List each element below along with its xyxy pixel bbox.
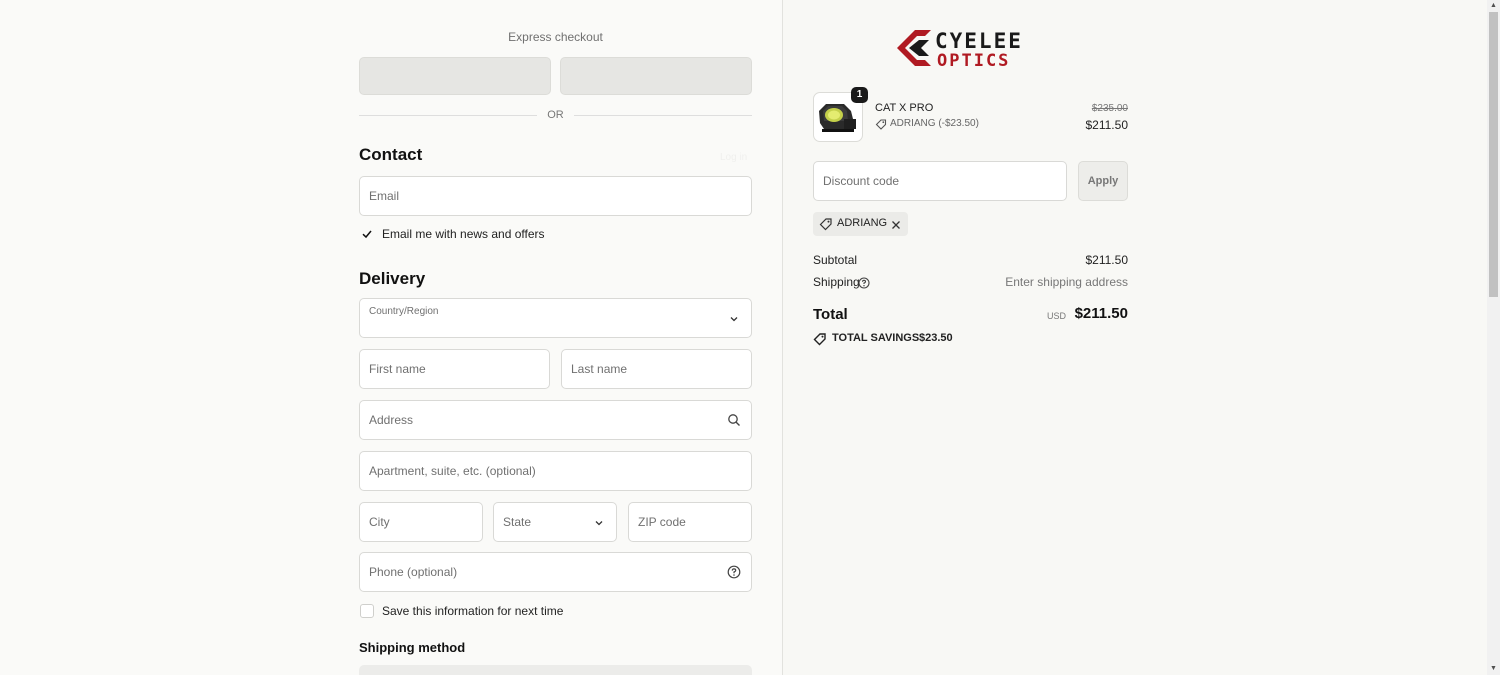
or-line-right: [574, 115, 752, 116]
brand-logo[interactable]: CYELEE OPTICS: [895, 26, 1047, 71]
first-name-placeholder: First name: [369, 362, 426, 376]
discount-placeholder: Discount code: [823, 174, 900, 188]
help-icon[interactable]: [727, 565, 741, 579]
logo-line2: OPTICS: [937, 51, 1010, 70]
apartment-field[interactable]: Apartment, suite, etc. (optional): [359, 451, 752, 491]
express-checkout-title: Express checkout: [508, 30, 603, 44]
product-discount-label: ADRIANG (-$23.50): [890, 118, 979, 129]
shipping-value: Enter shipping address: [1005, 275, 1128, 289]
save-info-label: Save this information for next time: [382, 604, 564, 618]
first-name-field[interactable]: First name: [359, 349, 550, 389]
delivery-heading: Delivery: [359, 269, 426, 288]
quantity-badge: 1: [851, 87, 868, 103]
scrollbar-thumb[interactable]: [1489, 12, 1498, 297]
product-name: CAT X PRO: [875, 102, 934, 114]
shipping-method-heading: Shipping method: [359, 640, 466, 655]
applied-discount-chip: ADRIANG: [813, 212, 908, 236]
last-name-placeholder: Last name: [571, 362, 628, 376]
total-row: Total USD $211.50: [813, 305, 1128, 325]
total-label: Total: [813, 306, 848, 323]
city-field[interactable]: City: [359, 502, 483, 542]
original-price: $235.00: [1091, 103, 1128, 114]
address-field[interactable]: Address: [359, 400, 752, 440]
currency-code: USD: [1046, 311, 1066, 321]
item-price: $211.50: [1085, 118, 1129, 132]
login-link[interactable]: Log in: [720, 152, 747, 163]
total-value: $211.50: [1074, 305, 1128, 322]
discount-code-input[interactable]: Discount code: [813, 161, 1067, 201]
country-select[interactable]: Country/Region: [359, 298, 752, 338]
scroll-up-icon[interactable]: ▲: [1490, 2, 1497, 10]
email-field[interactable]: Email: [359, 176, 752, 216]
help-icon[interactable]: [858, 276, 870, 294]
zip-placeholder: ZIP code: [638, 515, 686, 529]
shipping-row: Shipping Enter shipping address: [813, 275, 1128, 291]
subtotal-value: $211.50: [1085, 253, 1129, 267]
scroll-down-icon[interactable]: ▼: [1490, 665, 1497, 673]
subtotal-row: Subtotal $211.50: [813, 253, 1128, 269]
phone-field[interactable]: Phone (optional): [359, 552, 752, 592]
last-name-field[interactable]: Last name: [561, 349, 752, 389]
search-icon: [727, 413, 741, 427]
shipping-method-box: [359, 665, 752, 675]
news-checkbox[interactable]: [360, 227, 374, 241]
tag-icon: [819, 218, 832, 231]
address-placeholder: Address: [369, 413, 414, 427]
savings-value: $23.50: [919, 332, 953, 344]
logo-line1: CYELEE: [935, 29, 1023, 53]
tag-icon: [813, 333, 826, 346]
phone-placeholder: Phone (optional): [369, 565, 458, 579]
country-label: Country/Region: [369, 306, 439, 317]
email-placeholder: Email: [369, 189, 400, 203]
chevron-down-icon: [727, 312, 741, 326]
news-label: Email me with news and offers: [382, 227, 545, 241]
tag-icon: [875, 119, 887, 130]
save-info-checkbox[interactable]: [360, 604, 374, 618]
checkout-form-panel: Express checkout OR Contact Log in Email…: [0, 0, 782, 675]
state-placeholder: State: [503, 515, 532, 529]
zip-field[interactable]: ZIP code: [628, 502, 752, 542]
shipping-label: Shipping: [813, 275, 860, 289]
state-select[interactable]: State: [493, 502, 617, 542]
savings-label: TOTAL SAVINGS: [832, 332, 920, 344]
apartment-placeholder: Apartment, suite, etc. (optional): [369, 464, 536, 478]
express-pay-button-2[interactable]: [560, 57, 752, 95]
page-scrollbar[interactable]: ▲ ▼: [1487, 0, 1500, 675]
apply-button[interactable]: Apply: [1078, 161, 1128, 201]
subtotal-label: Subtotal: [813, 253, 858, 267]
express-pay-button-1[interactable]: [359, 57, 551, 95]
contact-heading: Contact: [359, 145, 423, 164]
or-divider: OR: [359, 109, 752, 123]
chevron-down-icon: [592, 516, 606, 530]
close-icon[interactable]: [890, 218, 902, 230]
applied-code: ADRIANG: [837, 217, 888, 229]
city-placeholder: City: [369, 515, 390, 529]
check-icon: [362, 230, 372, 239]
